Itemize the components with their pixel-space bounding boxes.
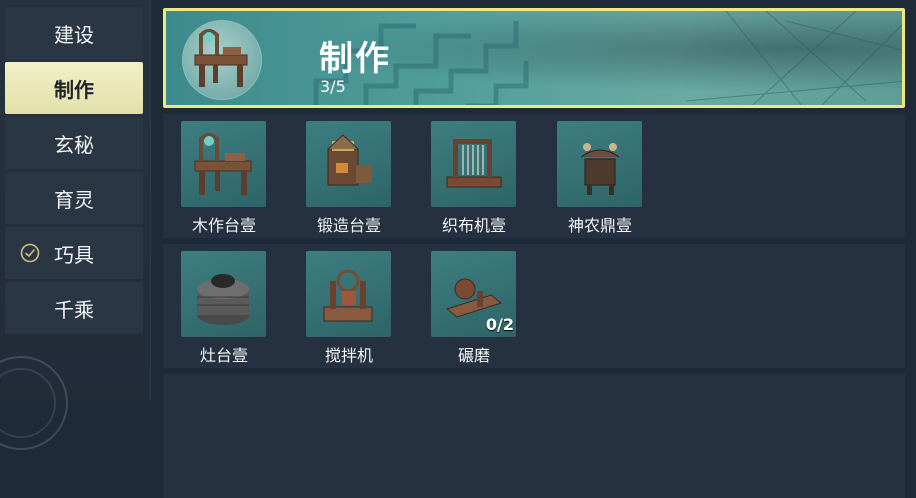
sidebar-item-label: 制作 — [54, 77, 94, 102]
sidebar-item-label: 建设 — [54, 22, 94, 47]
sidebar-item-label: 巧具 — [54, 242, 94, 267]
item-card-forge[interactable]: 锻造台壹 — [301, 114, 391, 235]
sidebar-item-qiaoju[interactable]: 巧具 — [5, 227, 143, 279]
selected-category-banner: 制作 3/5 — [163, 8, 905, 108]
sidebar-item-qiansheng[interactable]: 千乘 — [5, 282, 143, 334]
grid-row-3 — [163, 374, 905, 498]
item-tile — [181, 121, 266, 207]
item-tile — [306, 251, 391, 337]
forge-icon — [327, 134, 372, 186]
build-quantity: 0/2 — [485, 315, 514, 334]
cauldron-icon — [580, 143, 620, 195]
sidebar-item-zhizuo[interactable]: 制作 — [5, 62, 143, 114]
sidebar-item-yuling[interactable]: 育灵 — [5, 172, 143, 224]
item-card-cauldron[interactable]: 神农鼎壹 — [552, 114, 642, 235]
stove-icon — [197, 274, 249, 325]
item-tile — [431, 121, 516, 207]
item-label: 碾磨 — [457, 346, 490, 365]
item-grid: 木作台壹 锻造台壹 织布机壹 神农鼎壹 灶台壹 搅拌机 0/2 碾磨 — [163, 114, 905, 498]
sidebar-item-label: 玄秘 — [54, 132, 94, 157]
item-card-mill[interactable]: 0/2 碾磨 — [426, 244, 516, 365]
item-label: 神农鼎壹 — [567, 216, 632, 235]
mixer-icon — [323, 269, 373, 322]
item-card-workbench[interactable]: 木作台壹 — [176, 114, 266, 235]
loom-icon — [446, 139, 502, 188]
item-label: 木作台壹 — [191, 216, 256, 235]
item-label: 搅拌机 — [324, 346, 373, 365]
built-count: 3/5 — [320, 77, 346, 96]
banner-pattern — [313, 11, 902, 105]
workbench-icon — [194, 133, 252, 195]
item-card-stove[interactable]: 灶台壹 — [176, 244, 266, 365]
item-label: 灶台壹 — [199, 346, 248, 365]
sidebar-item-label: 育灵 — [54, 187, 94, 212]
category-sidebar: 建设 制作 玄秘 育灵 巧具 千乘 — [0, 0, 151, 450]
sidebar-item-xuanmi[interactable]: 玄秘 — [5, 117, 143, 169]
item-label: 锻造台壹 — [316, 216, 381, 235]
banner-title: 制作 — [319, 39, 391, 79]
item-label: 织布机壹 — [441, 216, 506, 235]
item-card-mixer[interactable]: 搅拌机 — [301, 244, 391, 365]
clock-icon — [19, 242, 41, 269]
sidebar-item-label: 千乘 — [54, 297, 94, 322]
workbench-icon — [182, 20, 262, 100]
item-card-loom[interactable]: 织布机壹 — [426, 114, 516, 235]
item-tile — [557, 121, 642, 207]
sidebar-item-jianshe[interactable]: 建设 — [5, 7, 143, 59]
item-tile — [306, 121, 391, 207]
item-tile — [181, 251, 266, 337]
